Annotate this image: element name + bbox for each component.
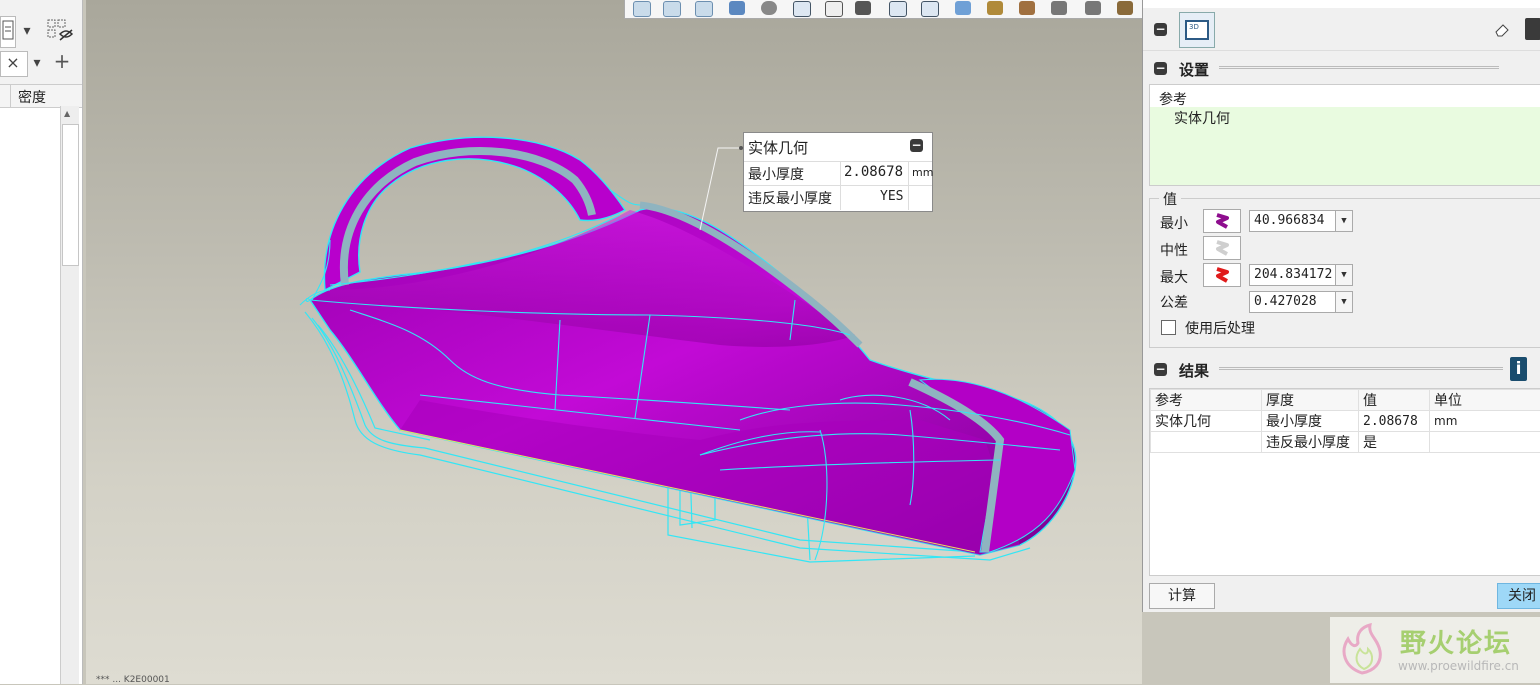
tree-scrollbar[interactable]: ▲ bbox=[60, 106, 79, 684]
density-column-label[interactable]: 密度 bbox=[18, 87, 46, 107]
reference-collector[interactable]: 参考 实体几何 bbox=[1149, 84, 1540, 186]
search-dropdown-icon[interactable]: ▾ bbox=[28, 52, 46, 74]
tolerance-label: 公差 bbox=[1160, 292, 1188, 312]
table-row[interactable]: 违反最小厚度 是 bbox=[1151, 432, 1540, 453]
eraser-icon[interactable] bbox=[1493, 20, 1511, 38]
graphics-viewport[interactable]: *** ... K2E00001 bbox=[86, 0, 1142, 684]
info-icon[interactable]: i bbox=[1510, 357, 1527, 381]
max-color-swatch[interactable] bbox=[1203, 263, 1241, 287]
tolerance-field[interactable]: 0.427028 ▼ bbox=[1249, 291, 1353, 313]
col-thickness[interactable]: 厚度 bbox=[1262, 390, 1359, 411]
table-row[interactable]: 实体几何 最小厚度 2.08678 mm bbox=[1151, 411, 1540, 432]
compute-button[interactable]: 计算 bbox=[1149, 583, 1215, 609]
callout-label: 最小厚度 bbox=[748, 164, 804, 184]
table-cell: 最小厚度 bbox=[1262, 411, 1359, 432]
callout-leader bbox=[86, 0, 1142, 684]
min-color-swatch[interactable] bbox=[1203, 209, 1241, 233]
neutral-color-swatch[interactable] bbox=[1203, 236, 1241, 260]
values-title: 值 bbox=[1159, 189, 1181, 209]
document-icon[interactable] bbox=[0, 16, 16, 48]
tree-column-header: 密度 bbox=[0, 84, 82, 108]
reference-item[interactable]: 实体几何 bbox=[1174, 108, 1230, 128]
watermark-url: www.proewildfire.cn bbox=[1398, 659, 1519, 673]
results-table: 参考 厚度 值 单位 实体几何 最小厚度 2.08678 mm 违反最小厚度 是 bbox=[1149, 388, 1540, 576]
tolerance-dropdown-icon[interactable]: ▼ bbox=[1335, 292, 1352, 312]
callout-value: 2.08678 bbox=[844, 164, 903, 180]
callout-title: 实体几何 bbox=[748, 137, 808, 158]
chevron-down-icon[interactable]: ▾ bbox=[18, 20, 36, 40]
thickness-callout[interactable]: 实体几何 − 最小厚度 2.08678 mm 违反最小厚度 YES bbox=[743, 132, 933, 212]
postprocess-checkbox[interactable] bbox=[1161, 320, 1176, 335]
min-dropdown-icon[interactable]: ▼ bbox=[1335, 211, 1352, 231]
table-cell: 实体几何 bbox=[1151, 411, 1262, 432]
panel-collapse-icon[interactable]: − bbox=[1154, 23, 1167, 36]
table-cell: 2.08678 bbox=[1359, 411, 1430, 432]
flame-logo bbox=[1334, 621, 1392, 679]
callout-collapse-icon[interactable]: − bbox=[910, 139, 923, 152]
save-icon[interactable] bbox=[1525, 18, 1540, 40]
3d-analysis-icon[interactable]: 3D bbox=[1179, 12, 1215, 48]
scrollbar-thumb[interactable] bbox=[62, 124, 79, 266]
max-dropdown-icon[interactable]: ▼ bbox=[1335, 265, 1352, 285]
table-cell bbox=[1151, 432, 1262, 453]
thickness-analysis-panel: − 3D − 设置 参考 实体几何 值 最小 40.966834 ▼ 中性 最大… bbox=[1142, 0, 1540, 612]
results-header-row: 参考 厚度 值 单位 bbox=[1151, 390, 1540, 411]
col-value[interactable]: 值 bbox=[1359, 390, 1430, 411]
table-cell bbox=[1430, 432, 1540, 453]
col-reference[interactable]: 参考 bbox=[1151, 390, 1262, 411]
forum-watermark: 野火论坛 www.proewildfire.cn bbox=[1330, 617, 1540, 683]
settings-collapse-icon[interactable]: − bbox=[1154, 62, 1167, 75]
clear-search-icon[interactable]: × bbox=[2, 52, 24, 74]
callout-label: 违反最小厚度 bbox=[748, 188, 832, 208]
scroll-up-icon[interactable]: ▲ bbox=[64, 109, 70, 118]
settings-title: 设置 bbox=[1179, 59, 1209, 80]
neutral-label: 中性 bbox=[1160, 240, 1188, 260]
table-cell: 是 bbox=[1359, 432, 1430, 453]
close-button[interactable]: 关闭 bbox=[1497, 583, 1540, 609]
postprocess-label: 使用后处理 bbox=[1185, 318, 1255, 338]
callout-row-violation: 违反最小厚度 YES bbox=[744, 185, 932, 210]
col-unit[interactable]: 单位 bbox=[1430, 390, 1540, 411]
results-title: 结果 bbox=[1179, 360, 1209, 381]
max-label: 最大 bbox=[1160, 267, 1188, 287]
model-tree-panel: ▾ × ▾ + 密度 ▲ bbox=[0, 0, 83, 684]
min-label: 最小 bbox=[1160, 213, 1188, 233]
tree-filter-icon[interactable] bbox=[46, 18, 76, 46]
reference-label: 参考 bbox=[1159, 89, 1187, 109]
add-column-icon[interactable]: + bbox=[50, 50, 74, 74]
table-cell: mm bbox=[1430, 411, 1540, 432]
svg-text:3D: 3D bbox=[1189, 23, 1199, 31]
model-tree-toolbar: ▾ × ▾ + bbox=[0, 0, 82, 84]
callout-value: YES bbox=[880, 189, 903, 204]
watermark-title: 野火论坛 bbox=[1400, 623, 1512, 660]
results-collapse-icon[interactable]: − bbox=[1154, 363, 1167, 376]
table-cell: 违反最小厚度 bbox=[1262, 432, 1359, 453]
min-value-field[interactable]: 40.966834 ▼ bbox=[1249, 210, 1353, 232]
max-value-field[interactable]: 204.834172 ▼ bbox=[1249, 264, 1353, 286]
callout-unit: mm bbox=[912, 166, 933, 179]
callout-row-min-thickness: 最小厚度 2.08678 mm bbox=[744, 161, 932, 186]
